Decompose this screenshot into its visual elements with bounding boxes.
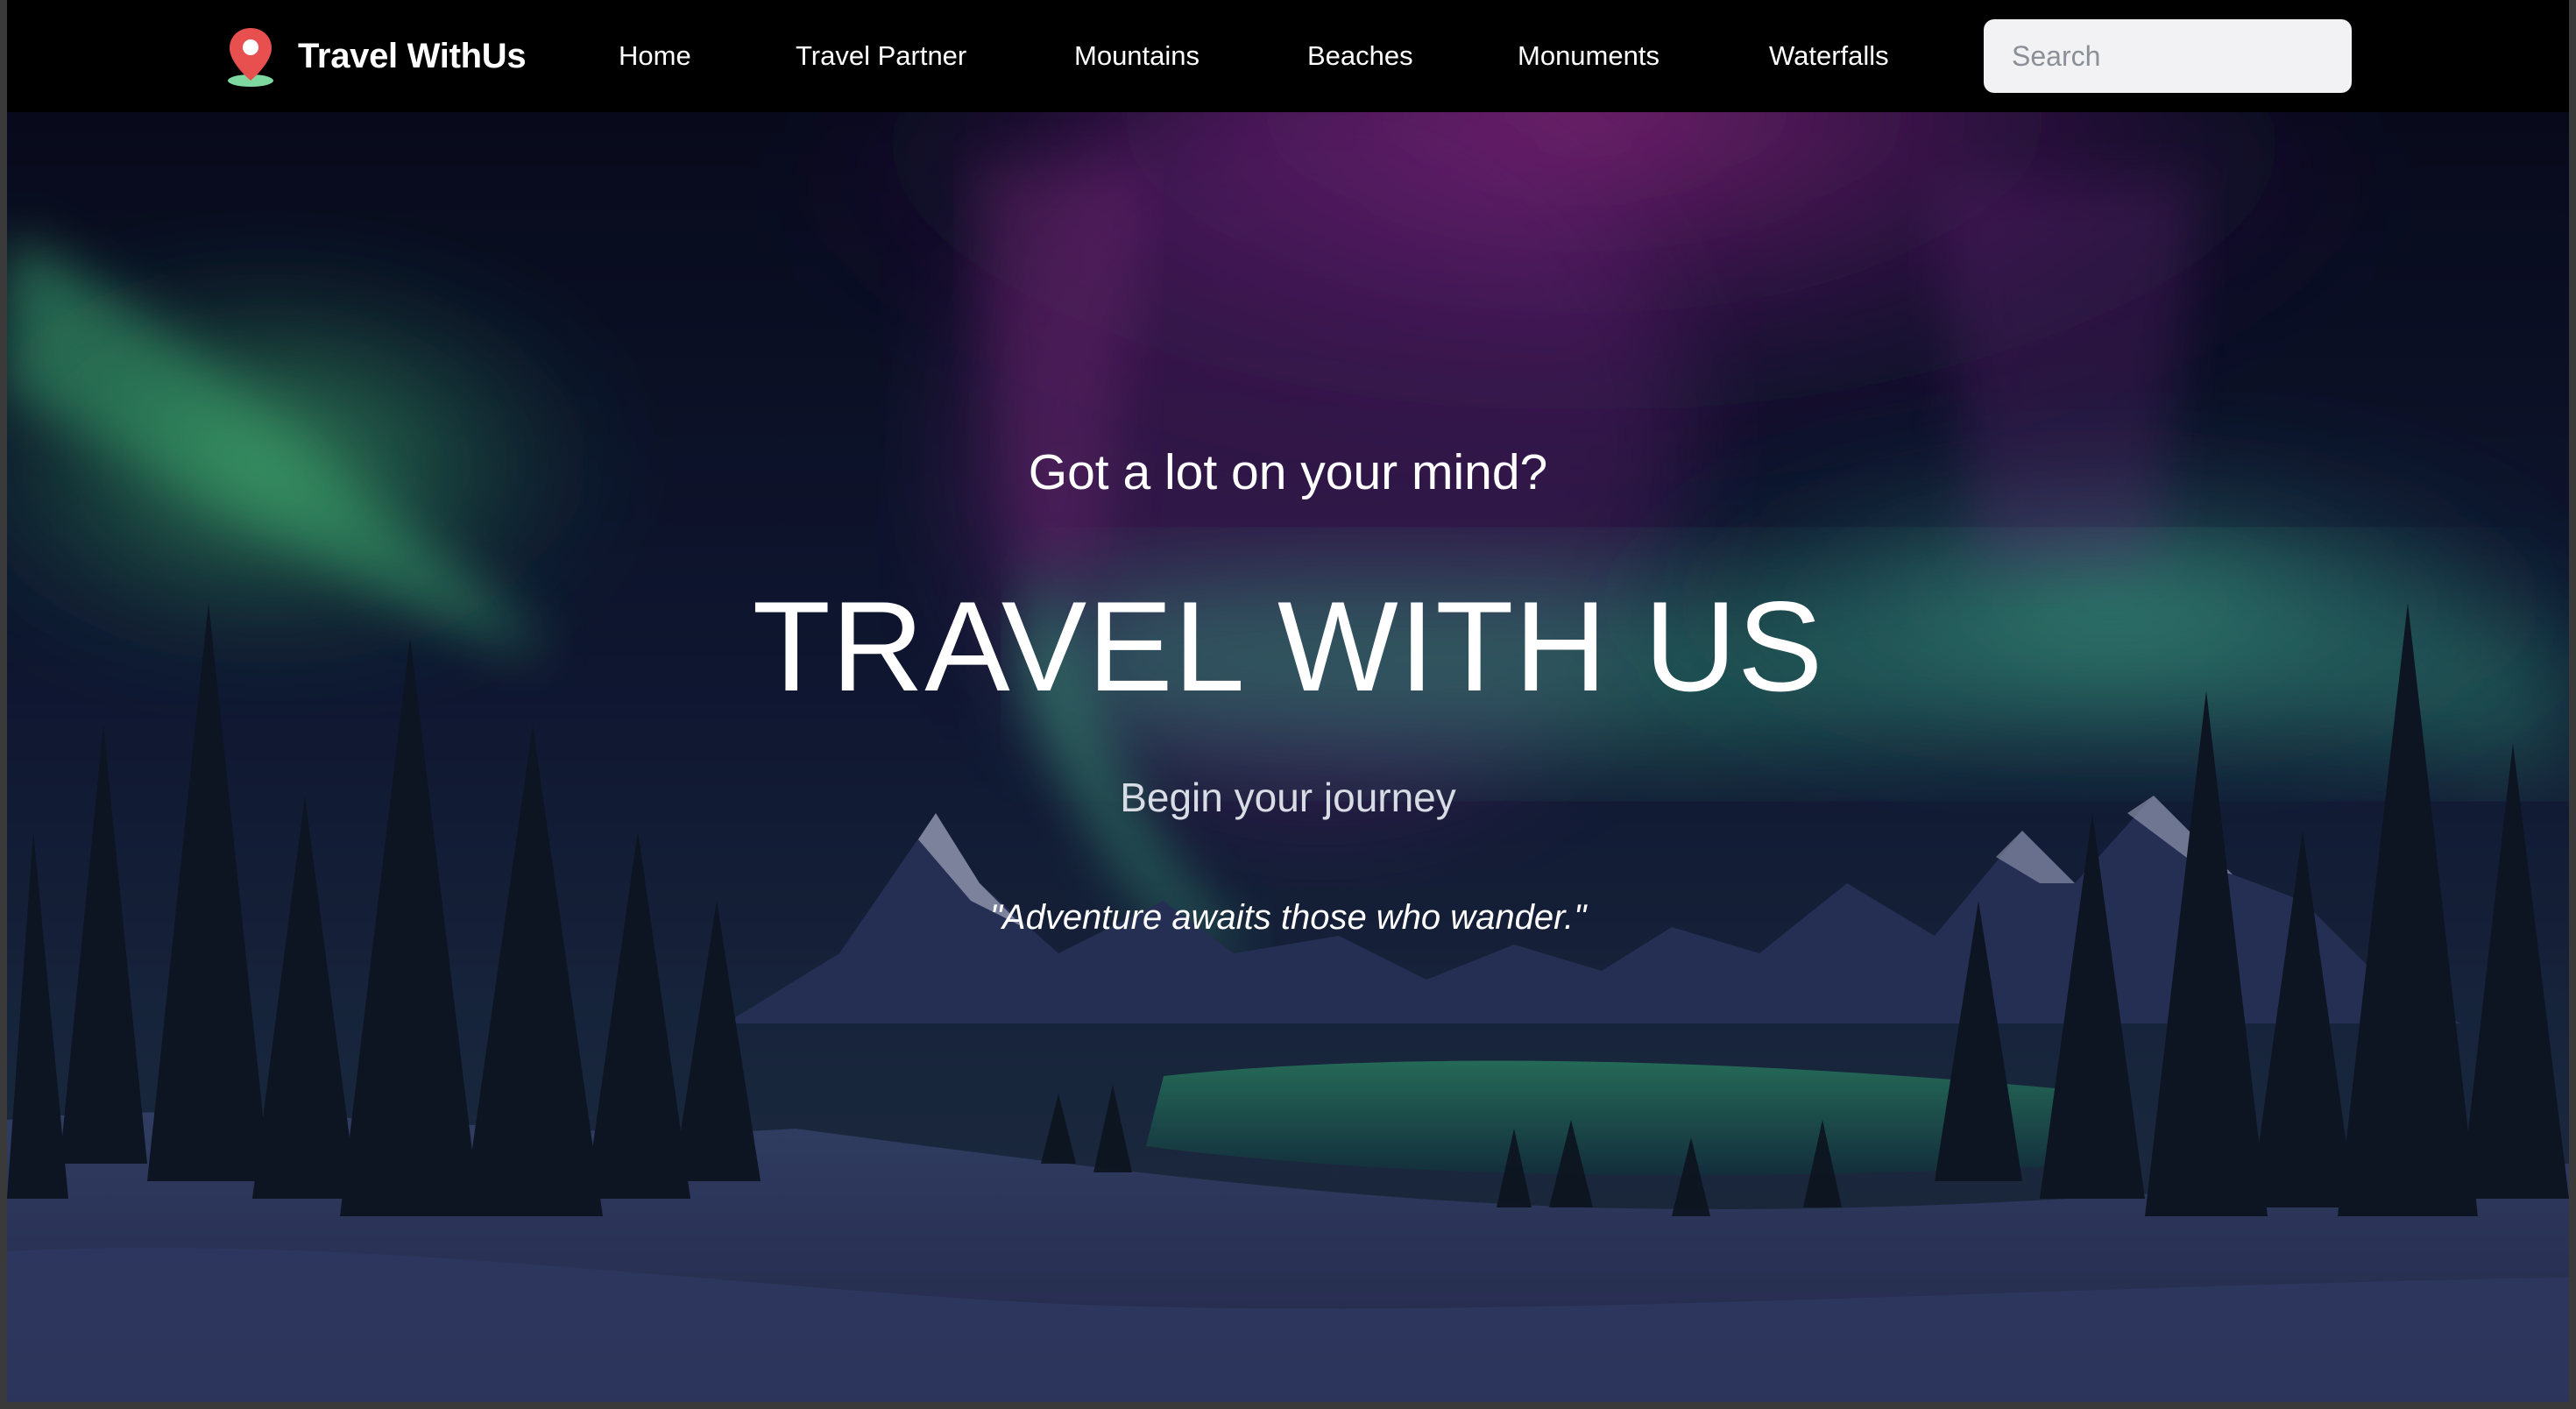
hero-section: Got a lot on your mind? TRAVEL WITH US B… <box>7 112 2569 1402</box>
brand-link[interactable]: Travel WithUs <box>224 25 527 88</box>
map-pin-icon <box>228 28 273 87</box>
nav-link-waterfalls[interactable]: Waterfalls <box>1769 35 1889 77</box>
browser-viewport: Travel WithUs Home Travel Partner Mounta… <box>7 0 2569 1402</box>
search-input[interactable] <box>1984 19 2352 93</box>
hero-tagline: Got a lot on your mind? <box>1028 444 1548 500</box>
nav-link-travel-partner[interactable]: Travel Partner <box>796 35 966 77</box>
nav-link-mountains[interactable]: Mountains <box>1074 35 1200 77</box>
hero-content: Got a lot on your mind? TRAVEL WITH US B… <box>7 112 2569 1402</box>
hero-subtitle: Begin your journey <box>1120 775 1456 820</box>
brand-name: Travel WithUs <box>298 36 527 75</box>
hero-quote: "Adventure awaits those who wander." <box>989 898 1587 937</box>
nav-link-home[interactable]: Home <box>619 35 691 77</box>
navbar: Travel WithUs Home Travel Partner Mounta… <box>7 0 2569 112</box>
nav-link-monuments[interactable]: Monuments <box>1518 35 1660 77</box>
nav-link-beaches[interactable]: Beaches <box>1307 35 1413 77</box>
hero-title: TRAVEL WITH US <box>752 575 1824 718</box>
